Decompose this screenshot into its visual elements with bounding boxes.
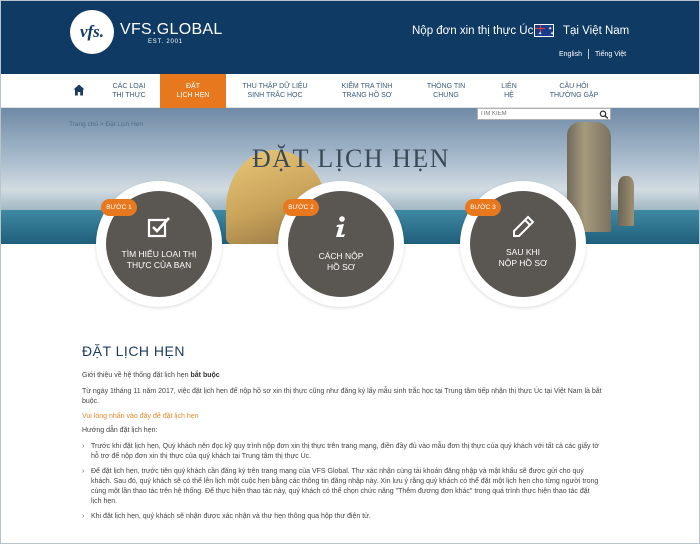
hero-rock-stack-small xyxy=(618,176,634,226)
site-header: vfs. VFS.GLOBAL EST. 2001 Nộp đơn xin th… xyxy=(1,1,699,74)
australia-flag-icon: ✦ ✦ ✦ xyxy=(534,24,554,37)
main-nav: CÁC LOẠI THỊ THỰC ĐẶT LỊCH HẸN THU THẬP DỮ… xyxy=(1,74,699,108)
list-item: › Khi đặt lịch hẹn, quý khách sẽ nhận đượ… xyxy=(82,513,371,520)
book-appointment-link[interactable]: Vui lòng nhấn vào đây để đặt lịch hẹn xyxy=(82,413,602,420)
step-2-badge: BƯỚC 2 xyxy=(283,199,319,216)
visa-title: Nộp đơn xin thị thực Úc xyxy=(412,25,534,37)
list-item: › Trước khi đặt lịch hẹn, Quý khách nên đ… xyxy=(82,443,599,460)
step-1-badge: BƯỚC 1 xyxy=(101,199,137,216)
nav-contact[interactable]: LIÊN HỆ xyxy=(489,74,529,108)
checkbox-icon xyxy=(147,217,170,238)
nav-visa-types[interactable]: CÁC LOẠI THỊ THỰC xyxy=(98,74,160,108)
main-content: ĐẶT LỊCH HẸN Giới thiệu về hệ thống đặt … xyxy=(82,343,602,527)
chevron-right-icon: › xyxy=(82,513,85,520)
intro-text: Giới thiệu về hệ thống đặt lịch hẹn bắt … xyxy=(82,372,220,379)
lang-english-link[interactable]: English xyxy=(559,51,582,58)
step-1-label: TÌM HIỂU LOẠI THỊ THỰC CỦA BẠN xyxy=(121,249,197,270)
nav-appointment[interactable]: ĐẶT LỊCH HẸN xyxy=(160,74,226,108)
home-icon[interactable] xyxy=(73,84,85,96)
brand-established: EST. 2001 xyxy=(148,39,183,45)
vfs-logo[interactable]: vfs. xyxy=(70,10,114,54)
nav-general-info[interactable]: THÔNG TIN CHUNG xyxy=(416,74,476,108)
step-3-badge: BƯỚC 3 xyxy=(465,199,501,216)
chevron-right-icon: › xyxy=(82,443,85,450)
step-3-label: SAU KHI NỘP HỒ SƠ xyxy=(498,247,548,268)
pencil-icon xyxy=(513,215,535,237)
page-title: ĐẶT LỊCH HẸN xyxy=(251,144,451,173)
lang-divider xyxy=(588,49,589,59)
guide-heading: Hướng dẫn đặt lịch hẹn: xyxy=(82,427,158,434)
brand-name: VFS.GLOBAL xyxy=(120,21,223,38)
breadcrumb[interactable]: Trang chủ > Đặt Lịch Hẹn xyxy=(69,121,143,128)
search-input[interactable] xyxy=(480,109,592,119)
search-box xyxy=(477,108,611,120)
search-icon[interactable] xyxy=(599,110,609,119)
nav-faq[interactable]: CÂU HỎI THƯỜNG GẶP xyxy=(540,74,608,108)
country-label: Tại Việt Nam xyxy=(563,25,630,37)
chevron-right-icon: › xyxy=(82,468,85,475)
lang-vietnamese-link[interactable]: Tiếng Việt xyxy=(595,51,626,58)
nav-biometrics[interactable]: THU THẬP DỮ LIỆU SINH TRẮC HỌC xyxy=(235,74,315,108)
section-heading: ĐẶT LỊCH HẸN xyxy=(82,343,185,359)
mandatory-notice: Từ ngày 1tháng 11 năm 2017, việc đặt lịc… xyxy=(82,388,602,405)
step-2-label: CÁCH NỘP HỒ SƠ xyxy=(318,251,364,272)
list-item: › Để đặt lịch hẹn, trước tiên quý khách c… xyxy=(82,468,599,505)
nav-track-application[interactable]: KIỂM TRA TÌNH TRẠNG HỒ SƠ xyxy=(329,74,405,108)
page: vfs. VFS.GLOBAL EST. 2001 Nộp đơn xin th… xyxy=(0,0,700,544)
info-icon xyxy=(336,216,345,237)
